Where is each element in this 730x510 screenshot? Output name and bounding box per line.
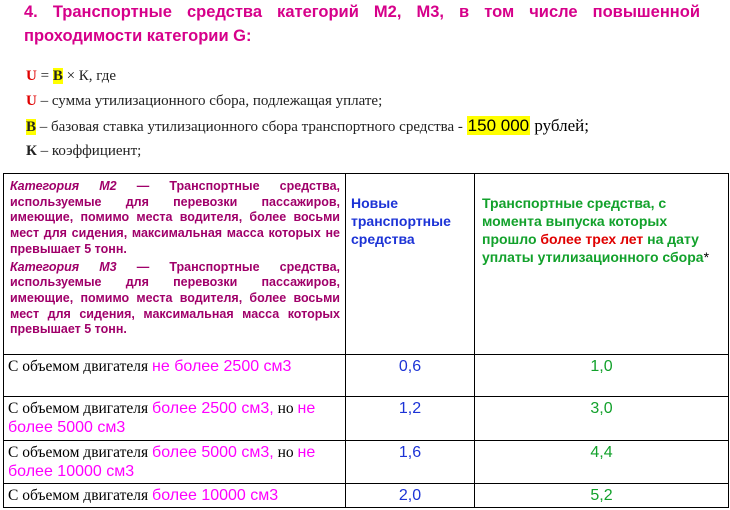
row-label-conjunction: но: [273, 444, 298, 461]
coefficient-old: 3,0: [474, 396, 729, 441]
row-label-capacity: более 2500 см3,: [152, 400, 274, 417]
table-row: С объемом двигателя не более 2500 см3 0,…: [3, 354, 729, 397]
row-label-capacity: более 5000 см3,: [152, 444, 274, 461]
coefficient-old: 1,0: [474, 354, 729, 397]
coefficient-old: 4,4: [474, 440, 729, 484]
formula-b-symbol: B: [52, 68, 63, 84]
line-u-symbol: U: [26, 93, 37, 109]
table-row: С объемом двигателя более 10000 см3 2,0 …: [3, 483, 729, 508]
formula-line-k: К – коэффициент;: [26, 143, 141, 160]
formula-equals: =: [36, 68, 53, 84]
table-row: С объемом двигателя более 5000 см3, но н…: [3, 440, 729, 484]
formula-equation: U = B × К, где: [26, 68, 116, 85]
category-m3-description: Категория М3 — Транспортные средства, ис…: [10, 260, 340, 339]
engine-capacity-label: С объемом двигателя не более 2500 см3: [3, 354, 346, 397]
category-m3-name: Категория М3: [10, 259, 117, 274]
row-label-prefix: С объемом двигателя: [8, 358, 153, 375]
column-header-old: Транспортные средства, с момента выпуска…: [474, 173, 729, 355]
table-header-row: Категория М2 — Транспортные средства, ис…: [3, 173, 729, 355]
coefficient-new: 1,6: [345, 440, 475, 484]
base-rate-unit: рублей;: [530, 116, 590, 135]
row-label-prefix: С объемом двигателя: [8, 400, 153, 417]
row-label-prefix: С объемом двигателя: [8, 444, 153, 461]
coefficient-new: 1,2: [345, 396, 475, 441]
column-header-old-emphasis: более трех лет: [540, 231, 644, 247]
row-label-prefix: С объемом двигателя: [8, 487, 153, 504]
utilization-fee-table: Категория М2 — Транспортные средства, ис…: [3, 173, 729, 508]
formula-rest: × К, где: [62, 68, 116, 84]
column-header-old-footnote-mark: *: [703, 249, 710, 265]
line-b-symbol: B: [26, 119, 37, 135]
table-row: С объемом двигателя более 2500 см3, но н…: [3, 396, 729, 441]
line-k-text: – коэффициент;: [36, 143, 142, 159]
engine-capacity-label: С объемом двигателя более 5000 см3, но н…: [3, 440, 346, 484]
coefficient-new: 0,6: [345, 354, 475, 397]
line-u-text: – сумма утилизационного сбора, подлежаща…: [36, 93, 383, 109]
row-label-capacity: более 10000 см3: [152, 487, 279, 504]
coefficient-new: 2,0: [345, 483, 475, 508]
formula-line-u: U – сумма утилизационного сбора, подлежа…: [26, 93, 382, 110]
line-b-text: – базовая ставка утилизационного сбора т…: [36, 119, 467, 135]
engine-capacity-label: С объемом двигателя более 2500 см3, но н…: [3, 396, 346, 441]
column-header-new: Новые транспортные средства: [345, 173, 475, 355]
category-m2-name: Категория М2: [10, 179, 117, 193]
formula-u-symbol: U: [26, 68, 37, 84]
category-description-cell: Категория М2 — Транспортные средства, ис…: [3, 173, 346, 355]
base-rate-amount: 150 000: [466, 116, 531, 135]
engine-capacity-label: С объемом двигателя более 10000 см3: [3, 483, 346, 508]
coefficient-old: 5,2: [474, 483, 729, 508]
row-label-capacity: не более 2500 см3: [152, 358, 292, 375]
category-m2-description: Категория М2 — Транспортные средства, ис…: [10, 179, 340, 258]
line-k-symbol: К: [26, 143, 37, 159]
section-heading: 4. Транспортные средства категорий М2, М…: [24, 3, 700, 45]
row-label-conjunction: но: [273, 400, 298, 417]
formula-line-b: B – базовая ставка утилизационного сбора…: [26, 116, 589, 136]
